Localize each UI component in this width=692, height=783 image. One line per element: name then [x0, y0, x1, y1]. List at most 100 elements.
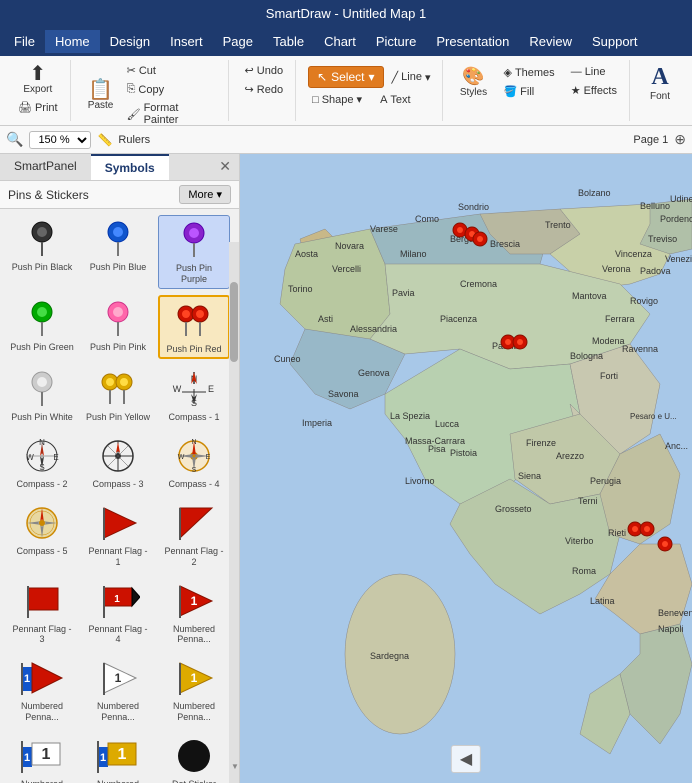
push-pin-black-cell[interactable]: Push Pin Black: [6, 215, 78, 289]
more-btn[interactable]: More ▾: [179, 185, 231, 204]
menu-support[interactable]: Support: [582, 30, 648, 53]
svg-text:Latina: Latina: [590, 596, 615, 606]
dot-black-label: Dot Sticker Black: [161, 779, 227, 783]
menu-page[interactable]: Page: [213, 30, 263, 53]
push-pin-yellow-img: [92, 368, 144, 410]
print-btn[interactable]: 🖨 Print: [14, 99, 62, 116]
svg-text:Mantova: Mantova: [572, 291, 607, 301]
num-rect-1-cell[interactable]: 1 1 Numbered Recta...: [6, 732, 78, 783]
num-pennant-2-label: Numbered Penna...: [9, 701, 75, 723]
menu-picture[interactable]: Picture: [366, 30, 426, 53]
undo-label: Undo: [257, 65, 283, 77]
svg-text:Forti: Forti: [600, 371, 618, 381]
paste-label: Paste: [88, 100, 114, 111]
clipboard-group: 📋 Paste ✂ Cut ⎘ Copy 🖌 Format Painter: [75, 60, 229, 121]
format-painter-btn[interactable]: 🖌 Format Painter: [123, 100, 220, 128]
svg-text:Grosseto: Grosseto: [495, 504, 532, 514]
svg-text:N: N: [191, 439, 196, 446]
svg-text:Como: Como: [415, 214, 439, 224]
paste-btn[interactable]: 📋 Paste: [83, 78, 119, 113]
menu-home[interactable]: Home: [45, 30, 100, 53]
scroll-left-btn[interactable]: ◀: [451, 745, 481, 773]
select-btn[interactable]: ↖ Select ▾: [308, 66, 383, 88]
num-pennant-3-cell[interactable]: 1 Numbered Penna...: [82, 654, 154, 726]
line-style-btn[interactable]: — Line: [567, 64, 621, 80]
pennant-1-cell[interactable]: Pennant Flag - 1: [82, 499, 154, 571]
svg-text:Siena: Siena: [518, 471, 541, 481]
num-rect-2-cell[interactable]: 1 1 Numbered Recta...: [82, 732, 154, 783]
effects-btn[interactable]: ★ Effects: [567, 82, 621, 99]
pennant-2-cell[interactable]: Pennant Flag - 2: [158, 499, 230, 571]
rulers-btn[interactable]: Rulers: [118, 134, 150, 146]
compass-1-cell[interactable]: N W E S Compass - 1: [158, 365, 230, 426]
redo-icon: ↪: [245, 83, 254, 96]
menu-file[interactable]: File: [4, 30, 45, 53]
panel-scrollbar[interactable]: ▼: [229, 242, 239, 783]
menu-review[interactable]: Review: [519, 30, 582, 53]
svg-text:Rovigo: Rovigo: [630, 296, 658, 306]
compass-5-cell[interactable]: Compass - 5: [6, 499, 78, 571]
push-pin-pink-cell[interactable]: Push Pin Pink: [82, 295, 154, 360]
export-btn[interactable]: ⬆ Export: [19, 62, 56, 97]
rulers-icon: 📏: [97, 133, 112, 147]
svg-text:Bologna: Bologna: [570, 351, 603, 361]
push-pin-red-cell[interactable]: Push Pin Red: [158, 295, 230, 360]
cut-btn[interactable]: ✂ Cut: [123, 62, 220, 79]
svg-text:Viterbo: Viterbo: [565, 536, 593, 546]
svg-text:Verona: Verona: [602, 264, 631, 274]
svg-text:Anc...: Anc...: [665, 441, 688, 451]
ribbon: ⬆ Export 🖨 Print 📋 Paste ✂ Cut ⎘ Copy: [0, 56, 692, 126]
pennant-4-label: Pennant Flag - 4: [85, 624, 151, 646]
num-pennant-2-img: 1: [16, 657, 68, 699]
compass-3-cell[interactable]: Compass - 3: [82, 432, 154, 493]
menu-design[interactable]: Design: [100, 30, 160, 53]
fill-btn[interactable]: 🪣 Fill: [499, 83, 558, 100]
font-btn[interactable]: A Font: [642, 62, 678, 104]
line-btn[interactable]: ╱ Line ▾: [388, 69, 435, 86]
undo-btn[interactable]: ↩ Undo: [241, 62, 288, 79]
menu-table[interactable]: Table: [263, 30, 314, 53]
paste-icon: 📋: [88, 80, 113, 100]
panel-close-btn[interactable]: ✕: [211, 154, 239, 180]
pennant-3-cell[interactable]: Pennant Flag - 3: [6, 577, 78, 649]
svg-text:1: 1: [42, 746, 51, 763]
add-page-btn[interactable]: ⊕: [674, 131, 686, 148]
push-pin-green-cell[interactable]: Push Pin Green: [6, 295, 78, 360]
themes-btn[interactable]: ◈ Themes: [499, 64, 558, 81]
push-pin-white-cell[interactable]: Push Pin White: [6, 365, 78, 426]
dot-black-cell[interactable]: Dot Sticker Black: [158, 732, 230, 783]
push-pin-blue-cell[interactable]: Push Pin Blue: [82, 215, 154, 289]
symbols-tab[interactable]: Symbols: [91, 154, 169, 180]
svg-text:Cuneo: Cuneo: [274, 354, 301, 364]
redo-btn[interactable]: ↪ Redo: [241, 81, 288, 98]
svg-text:1: 1: [100, 752, 106, 764]
svg-text:Vincenza: Vincenza: [615, 249, 652, 259]
shape-btn[interactable]: □ Shape ▾: [308, 91, 366, 108]
pennant-4-cell[interactable]: 1 Pennant Flag - 4: [82, 577, 154, 649]
panel-header: Pins & Stickers More ▾: [0, 181, 239, 209]
push-pin-yellow-cell[interactable]: Push Pin Yellow: [82, 365, 154, 426]
svg-text:Varese: Varese: [370, 224, 398, 234]
text-btn[interactable]: A Text: [376, 92, 415, 108]
menu-insert[interactable]: Insert: [160, 30, 213, 53]
push-pin-black-img: [16, 218, 68, 260]
format-painter-icon: 🖌: [127, 108, 141, 121]
select-group: ↖ Select ▾ ╱ Line ▾ □ Shape ▾ A: [300, 60, 443, 121]
svg-text:Vercelli: Vercelli: [332, 264, 361, 274]
num-pennant-4-cell[interactable]: 1 Numbered Penna...: [158, 654, 230, 726]
compass-2-cell[interactable]: N S W E Compass - 2: [6, 432, 78, 493]
canvas-area[interactable]: Bolzano Belluno Udine Pordenone Treviso …: [240, 154, 692, 783]
styles-btn[interactable]: 🎨 Styles: [455, 64, 491, 100]
export-group: ⬆ Export 🖨 Print: [6, 60, 71, 121]
menu-bar: File Home Design Insert Page Table Chart…: [0, 26, 692, 56]
menu-chart[interactable]: Chart: [314, 30, 366, 53]
num-pennant-2-cell[interactable]: 1 Numbered Penna...: [6, 654, 78, 726]
smartpanel-tab[interactable]: SmartPanel: [0, 154, 91, 180]
svg-text:E: E: [53, 453, 58, 462]
menu-presentation[interactable]: Presentation: [426, 30, 519, 53]
num-pennant-1-cell[interactable]: 1 Numbered Penna...: [158, 577, 230, 649]
push-pin-purple-cell[interactable]: Push Pin Purple: [158, 215, 230, 289]
zoom-select[interactable]: 150 % 100 % 75 % 50 %: [29, 131, 91, 149]
compass-4-cell[interactable]: N S W E Compass - 4: [158, 432, 230, 493]
copy-btn[interactable]: ⎘ Copy: [123, 81, 220, 98]
